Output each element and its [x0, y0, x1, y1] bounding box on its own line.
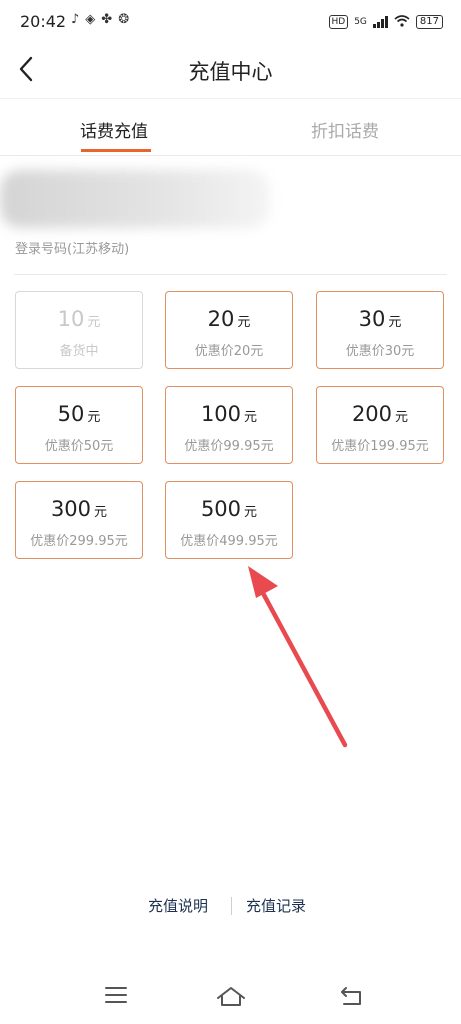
card-subtitle: 优惠价30元 — [345, 344, 415, 359]
amount-card-50[interactable]: 50 元 优惠价50元 — [15, 386, 143, 464]
link-separator — [231, 897, 232, 915]
card-unit: 元 — [388, 315, 402, 330]
tab-phone-recharge[interactable]: 话费充值 — [80, 117, 148, 142]
notification-icons: ♪ ◈ ✤ ❂ — [71, 12, 129, 27]
card-unit: 元 — [244, 410, 258, 425]
tab-discount-recharge[interactable]: 折扣话费 — [311, 117, 379, 142]
menu-icon[interactable] — [104, 984, 128, 1006]
recharge-instructions-link[interactable]: 充值说明 — [148, 895, 208, 916]
amount-card-100[interactable]: 100 元 优惠价99.95元 — [165, 386, 293, 464]
tab-bar: 话费充值 折扣话费 — [0, 98, 461, 156]
amount-card-300[interactable]: 300 元 优惠价299.95元 — [15, 481, 143, 559]
card-subtitle: 优惠价99.95元 — [184, 439, 274, 454]
phone-label: 登录号码(江苏移动) — [15, 242, 130, 257]
network-type: 5G — [354, 16, 367, 27]
home-icon[interactable] — [215, 984, 247, 1008]
status-right-icons: HD 5G 817 — [328, 12, 443, 31]
status-time: 20:42 — [20, 12, 67, 31]
bottom-links: 充值说明 充值记录 — [0, 895, 461, 919]
card-amount: 200 — [351, 402, 393, 426]
card-unit: 元 — [244, 505, 258, 520]
card-amount: 10 — [57, 307, 85, 331]
card-unit: 元 — [94, 505, 108, 520]
annotation-arrow-icon — [248, 566, 348, 748]
weibo-icon: ❂ — [118, 12, 130, 27]
card-unit: 元 — [87, 315, 101, 330]
card-amount: 500 — [200, 497, 242, 521]
tab-active-indicator — [81, 149, 151, 152]
amount-card-500[interactable]: 500 元 优惠价499.95元 — [165, 481, 293, 559]
signal-icon — [372, 15, 388, 28]
tiktok-icon: ♪ — [71, 12, 80, 27]
amount-card-20[interactable]: 20 元 优惠价20元 — [165, 291, 293, 369]
wifi-icon — [394, 12, 410, 31]
card-subtitle: 优惠价199.95元 — [331, 439, 429, 454]
battery-icon: 817 — [415, 14, 443, 29]
amount-card-30[interactable]: 30 元 优惠价30元 — [316, 291, 444, 369]
card-unit: 元 — [87, 410, 101, 425]
nav-bar: 充值中心 — [0, 42, 461, 98]
app-icon: ✤ — [101, 12, 113, 27]
back-icon[interactable] — [338, 984, 364, 1008]
app-icon: ◈ — [85, 12, 96, 27]
card-unit: 元 — [395, 410, 409, 425]
card-subtitle: 备货中 — [59, 344, 99, 359]
hd-badge: HD — [328, 14, 349, 29]
card-subtitle: 优惠价499.95元 — [180, 534, 278, 549]
card-amount: 100 — [200, 402, 242, 426]
status-bar: 20:42 ♪ ◈ ✤ ❂ HD 5G 817 — [0, 0, 461, 42]
card-subtitle: 优惠价50元 — [44, 439, 114, 454]
card-amount: 50 — [57, 402, 85, 426]
card-amount: 30 — [358, 307, 386, 331]
page-title: 充值中心 — [188, 60, 273, 84]
recharge-records-link[interactable]: 充值记录 — [246, 895, 306, 916]
card-subtitle: 优惠价299.95元 — [30, 534, 128, 549]
system-nav-bar — [0, 970, 461, 1024]
divider — [14, 274, 447, 275]
card-unit: 元 — [237, 315, 251, 330]
amount-card-200[interactable]: 200 元 优惠价199.95元 — [316, 386, 444, 464]
amount-card-10: 10 元 备货中 — [15, 291, 143, 369]
card-subtitle: 优惠价20元 — [194, 344, 264, 359]
card-amount: 20 — [207, 307, 235, 331]
card-amount: 300 — [50, 497, 92, 521]
blurred-phone-number — [0, 170, 270, 228]
